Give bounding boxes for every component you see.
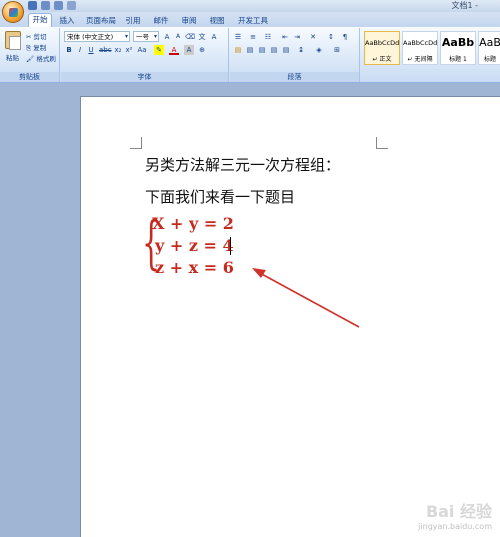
watermark-logo: Bai 经验: [425, 502, 492, 521]
arrow-shaft: [257, 271, 360, 328]
office-button[interactable]: [2, 1, 24, 23]
office-logo-icon: [9, 8, 18, 17]
arrow-head: [252, 268, 266, 278]
annotation-arrow: [252, 268, 360, 328]
watermark-url: jingyan.baidu.com: [418, 522, 492, 531]
watermark: Bai 经验 jingyan.baidu.com: [418, 498, 492, 531]
